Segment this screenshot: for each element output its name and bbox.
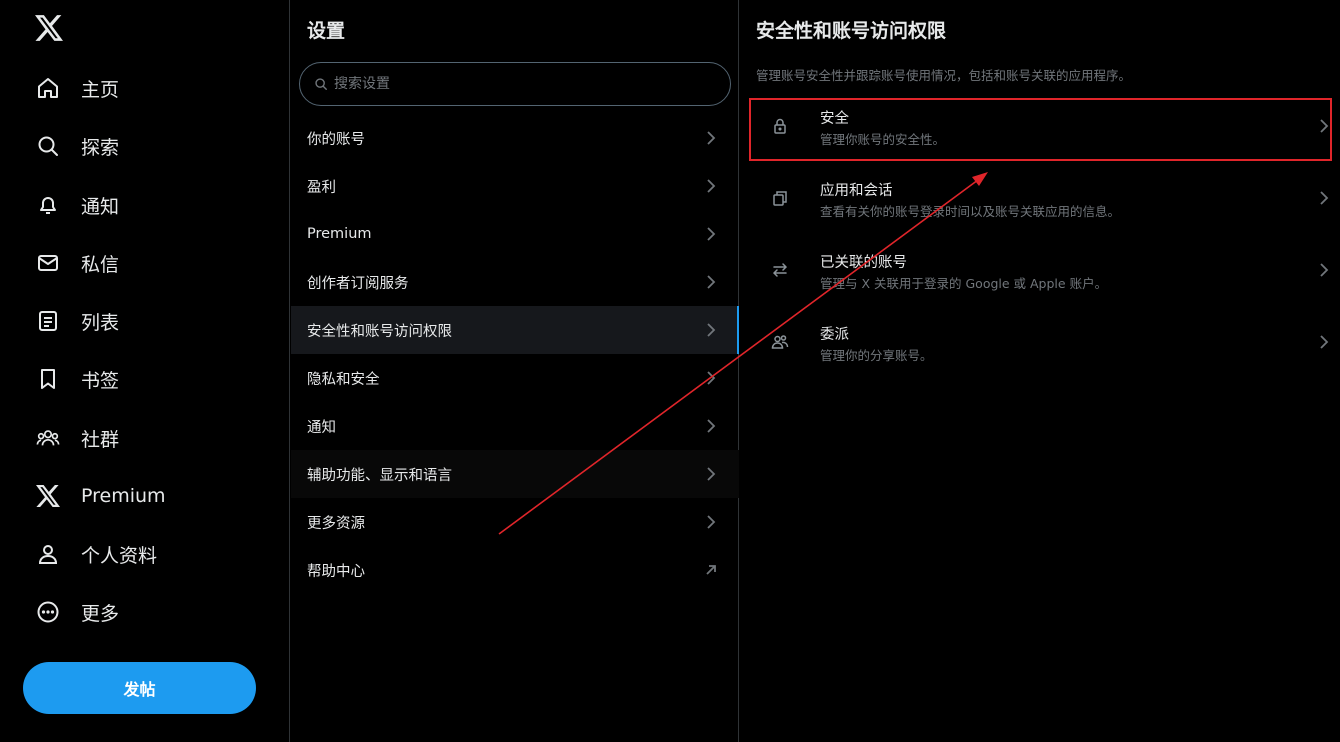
chevron-right-icon <box>701 272 721 292</box>
chevron-right-icon <box>701 368 721 388</box>
settings-item-label: Premium <box>307 226 372 242</box>
settings-item-privacy[interactable]: 隐私和安全 <box>291 354 739 402</box>
detail-item-apps-sessions[interactable]: 应用和会话 查看有关你的账号登录时间以及账号关联应用的信息。 <box>740 166 1340 238</box>
settings-item-account[interactable]: 你的账号 <box>291 114 739 162</box>
nav-lists[interactable]: 列表 <box>24 297 131 345</box>
search-icon <box>36 134 60 158</box>
nav-bookmarks[interactable]: 书签 <box>24 355 131 403</box>
nav-label: 书签 <box>81 369 120 392</box>
nav-profile[interactable]: 个人资料 <box>24 530 169 578</box>
people-icon <box>770 332 790 352</box>
chevron-right-icon <box>701 512 721 532</box>
nav-home[interactable]: 主页 <box>24 64 131 112</box>
chevron-right-icon <box>1314 188 1334 208</box>
settings-item-label: 更多资源 <box>307 515 365 532</box>
settings-item-label: 安全性和账号访问权限 <box>307 323 452 340</box>
settings-item-accessibility[interactable]: 辅助功能、显示和语言 <box>291 450 739 498</box>
detail-item-label: 已关联的账号 <box>820 255 907 271</box>
bookmark-icon <box>36 367 60 391</box>
x-logo-icon <box>36 484 60 508</box>
nav-label: 通知 <box>81 195 120 218</box>
chevron-right-icon <box>701 416 721 436</box>
settings-item-security-access[interactable]: 安全性和账号访问权限 <box>291 306 739 354</box>
external-link-icon <box>701 560 721 580</box>
swap-arrows-icon <box>770 260 790 280</box>
chevron-right-icon <box>701 320 721 340</box>
x-logo-icon[interactable] <box>34 13 64 43</box>
list-icon <box>36 309 60 333</box>
settings-item-label: 你的账号 <box>307 131 365 148</box>
detail-item-subtitle: 管理你账号的安全性。 <box>820 132 946 147</box>
communities-icon <box>36 426 60 450</box>
person-icon <box>36 542 60 566</box>
detail-title: 安全性和账号访问权限 <box>756 20 947 42</box>
nav-label: 个人资料 <box>81 544 158 567</box>
chevron-right-icon <box>701 128 721 148</box>
nav-premium[interactable]: Premium <box>24 472 178 520</box>
settings-item-monetization[interactable]: 盈利 <box>291 162 739 210</box>
detail-column: 安全性和账号访问权限 管理账号安全性并跟踪账号使用情况，包括和账号关联的应用程序… <box>740 0 1340 742</box>
detail-item-connected-accounts[interactable]: 已关联的账号 管理与 X 关联用于登录的 Google 或 Apple 账户。 <box>740 238 1340 310</box>
nav-label: 主页 <box>81 78 120 101</box>
nav-label: 社群 <box>81 428 120 451</box>
detail-item-label: 安全 <box>820 111 849 127</box>
settings-title: 设置 <box>307 20 346 42</box>
chevron-right-icon <box>1314 260 1334 280</box>
detail-item-label: 委派 <box>820 327 849 343</box>
detail-item-security[interactable]: 安全 管理你账号的安全性。 <box>740 94 1340 166</box>
nav-label: 列表 <box>81 311 120 334</box>
chevron-right-icon <box>701 224 721 244</box>
more-circle-icon <box>36 600 60 624</box>
search-icon <box>314 77 328 91</box>
detail-item-subtitle: 查看有关你的账号登录时间以及账号关联应用的信息。 <box>820 204 1121 219</box>
nav-label: 更多 <box>81 602 120 625</box>
nav-label: 探索 <box>81 136 120 159</box>
nav-messages[interactable]: 私信 <box>24 239 131 287</box>
settings-item-help-center[interactable]: 帮助中心 <box>291 546 739 594</box>
settings-search[interactable] <box>299 62 731 106</box>
nav-label: 私信 <box>81 253 120 276</box>
post-button[interactable]: 发帖 <box>23 662 256 714</box>
search-input[interactable] <box>334 76 714 92</box>
left-navigation: 主页 探索 通知 私信 列表 书签 社群 Premium 个人资料 更多 发帖 <box>0 0 290 742</box>
nav-label: Premium <box>81 485 166 507</box>
chevron-right-icon <box>701 176 721 196</box>
chevron-right-icon <box>1314 116 1334 136</box>
copy-icon <box>770 188 790 208</box>
settings-item-label: 辅助功能、显示和语言 <box>307 467 452 484</box>
settings-item-label: 创作者订阅服务 <box>307 275 409 292</box>
settings-item-premium[interactable]: Premium <box>291 210 739 258</box>
detail-item-subtitle: 管理与 X 关联用于登录的 Google 或 Apple 账户。 <box>820 276 1108 291</box>
envelope-icon <box>36 251 60 275</box>
detail-description: 管理账号安全性并跟踪账号使用情况，包括和账号关联的应用程序。 <box>756 68 1132 83</box>
nav-communities[interactable]: 社群 <box>24 414 131 462</box>
settings-item-more-resources[interactable]: 更多资源 <box>291 498 739 546</box>
settings-item-label: 隐私和安全 <box>307 371 380 388</box>
nav-notifications[interactable]: 通知 <box>24 181 131 229</box>
home-icon <box>36 76 60 100</box>
settings-item-creator-subscriptions[interactable]: 创作者订阅服务 <box>291 258 739 306</box>
settings-item-label: 盈利 <box>307 179 336 196</box>
lock-icon <box>770 116 790 136</box>
nav-more[interactable]: 更多 <box>24 588 131 636</box>
bell-icon <box>36 193 60 217</box>
settings-item-label: 帮助中心 <box>307 563 365 580</box>
chevron-right-icon <box>701 464 721 484</box>
nav-explore[interactable]: 探索 <box>24 122 131 170</box>
detail-item-delegate[interactable]: 委派 管理你的分享账号。 <box>740 310 1340 382</box>
detail-item-label: 应用和会话 <box>820 183 893 199</box>
settings-column: 设置 你的账号 盈利 Premium 创作者订阅服务 安全性和账号访问权限 隐私… <box>291 0 739 742</box>
settings-item-label: 通知 <box>307 419 336 436</box>
chevron-right-icon <box>1314 332 1334 352</box>
detail-item-subtitle: 管理你的分享账号。 <box>820 348 933 363</box>
settings-item-notifications[interactable]: 通知 <box>291 402 739 450</box>
